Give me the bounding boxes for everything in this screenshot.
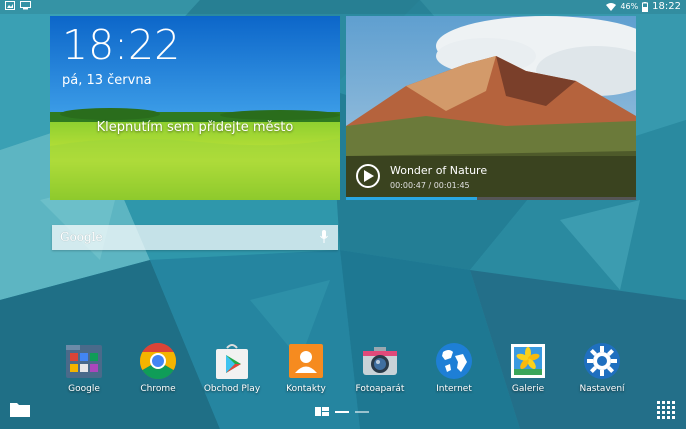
play-button[interactable]: [356, 164, 380, 188]
app-internet[interactable]: Internet: [419, 342, 489, 394]
screen-mirroring-icon: [20, 1, 31, 10]
google-search-bar[interactable]: Google: [52, 225, 338, 250]
settings-gear-icon: [584, 343, 620, 379]
app-label: Google: [68, 384, 100, 394]
google-folder-icon: [66, 345, 102, 378]
play-store-icon: [216, 344, 248, 379]
clock-date: pá, 13 června: [62, 73, 152, 88]
add-city-prompt[interactable]: Klepnutím sem přidejte město: [50, 120, 340, 135]
gallery-icon: [511, 344, 545, 378]
app-label: Nastavení: [579, 384, 625, 394]
play-icon: [364, 170, 374, 182]
gallery-notification-icon: [5, 1, 15, 10]
page-indicator: [315, 407, 369, 416]
clock-time: 18:22: [62, 21, 181, 69]
battery-percent: 46%: [620, 2, 639, 11]
app-settings[interactable]: Nastavení: [567, 342, 637, 394]
app-label: Chrome: [140, 384, 176, 394]
folder-icon[interactable]: [10, 401, 30, 417]
contacts-icon: [289, 344, 323, 378]
app-contacts[interactable]: Kontakty: [271, 342, 341, 394]
app-camera[interactable]: Fotoaparát: [345, 342, 415, 394]
page-dot-active[interactable]: [335, 410, 349, 413]
wifi-icon: [606, 3, 617, 11]
app-label: Galerie: [511, 384, 545, 394]
app-chrome[interactable]: Chrome: [123, 342, 193, 394]
app-label: Obchod Play: [203, 384, 261, 394]
app-label: Kontakty: [286, 384, 326, 394]
battery-icon: [642, 1, 649, 12]
video-progress-bar[interactable]: [346, 197, 636, 200]
clock-weather-widget[interactable]: 18:22 pá, 13 června Klepnutím sem přidej…: [50, 16, 340, 200]
app-google-folder[interactable]: Google: [49, 342, 119, 394]
mic-icon[interactable]: [320, 230, 328, 244]
app-label: Fotoaparát: [355, 384, 405, 394]
google-logo: Google: [60, 230, 103, 244]
video-widget[interactable]: Wonder of Nature 00:00:47 / 00:01:45: [346, 16, 636, 200]
video-time: 00:00:47 / 00:01:45: [390, 181, 470, 190]
app-gallery[interactable]: Galerie: [493, 342, 563, 394]
home-page-icon[interactable]: [315, 407, 329, 416]
camera-icon: [363, 347, 397, 375]
status-time: 18:22: [652, 1, 681, 12]
page-dot[interactable]: [355, 410, 369, 413]
status-bar: 46% 18:22: [0, 0, 686, 14]
app-label: Internet: [436, 384, 472, 394]
internet-globe-icon: [436, 343, 472, 379]
video-title: Wonder of Nature: [390, 164, 488, 177]
chrome-icon: [139, 343, 177, 380]
app-play-store[interactable]: Obchod Play: [197, 342, 267, 394]
video-progress-fill: [346, 197, 477, 200]
apps-grid-icon[interactable]: [657, 401, 675, 419]
